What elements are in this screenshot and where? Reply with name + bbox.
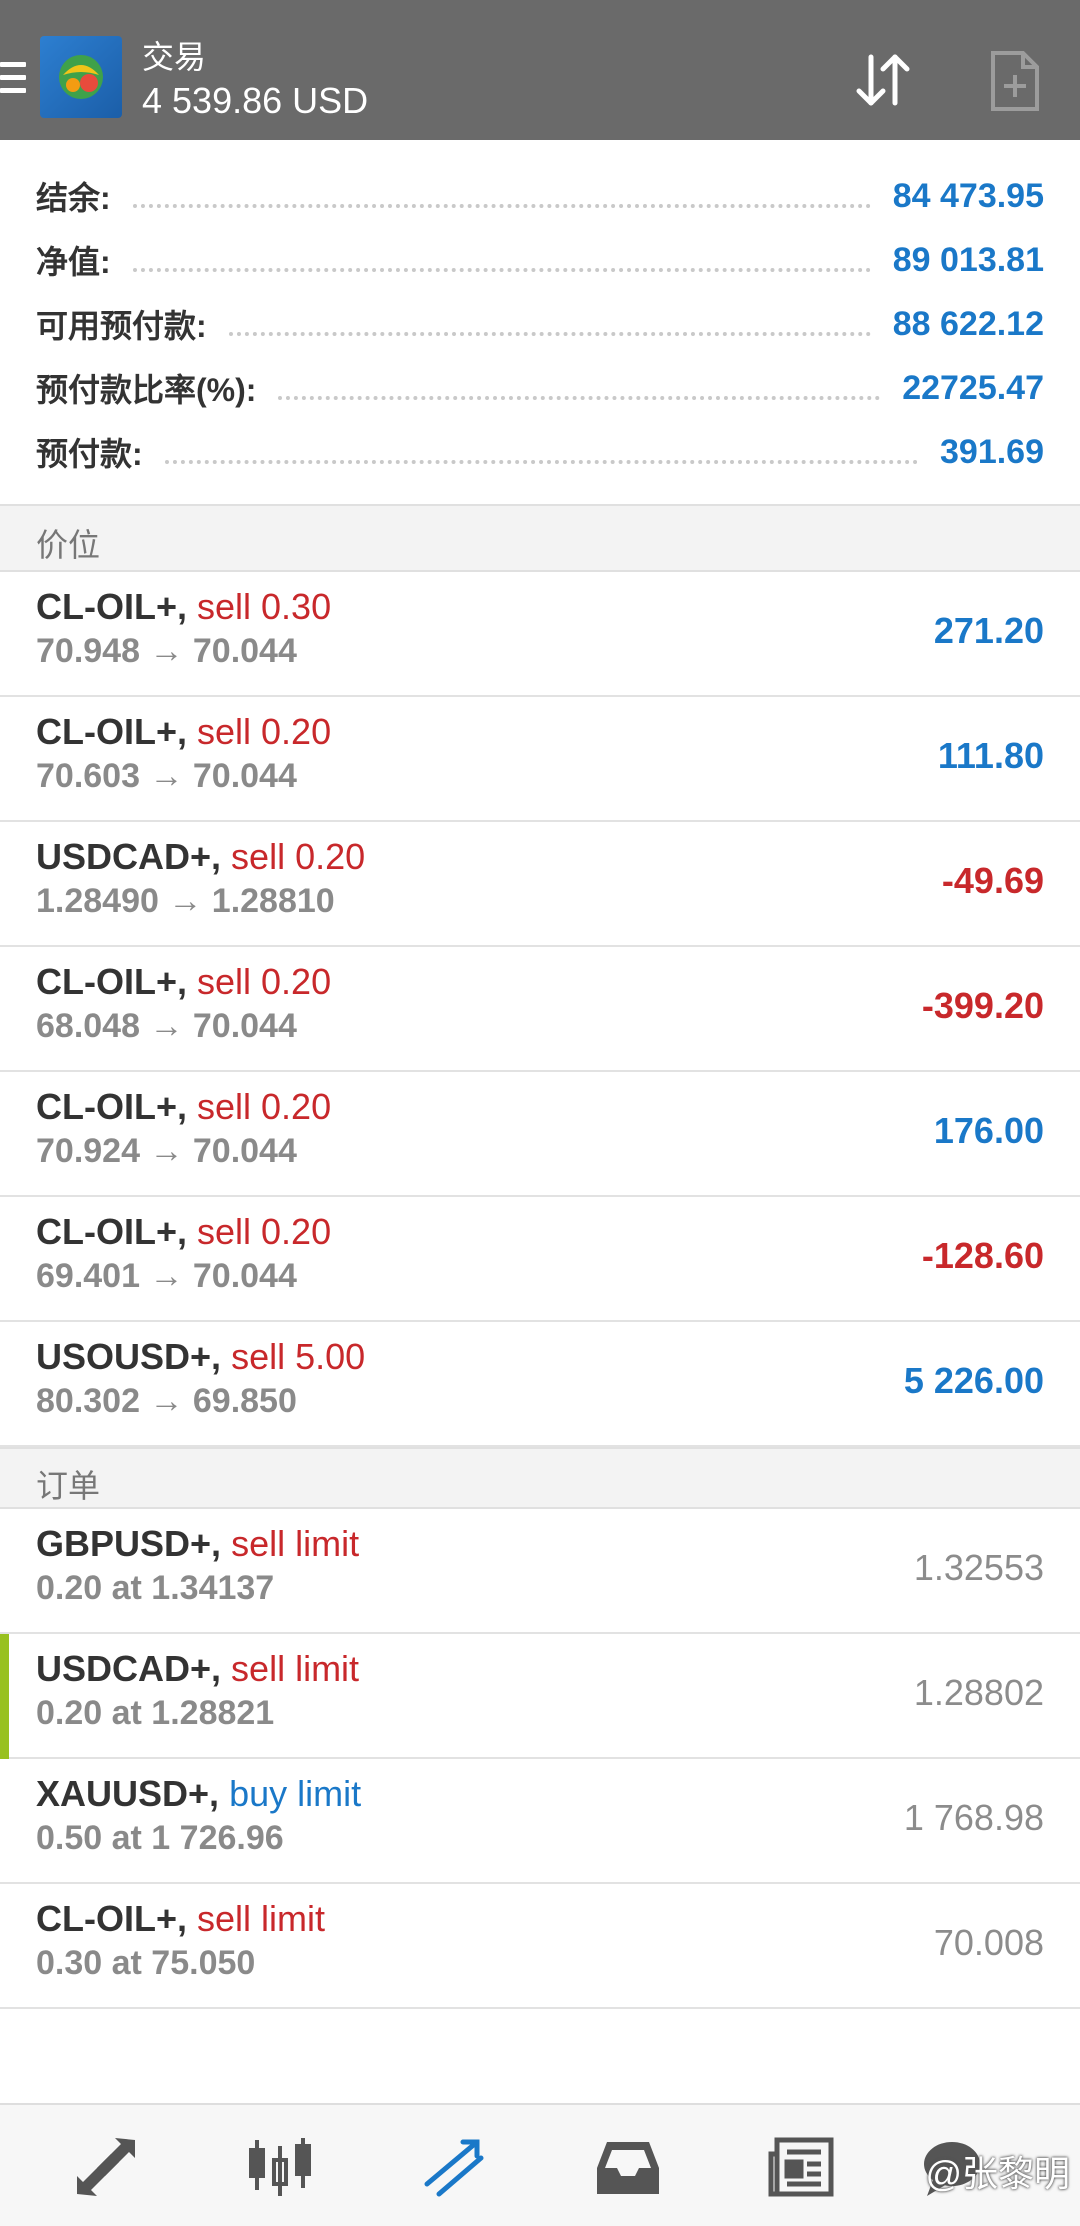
position-prices: 70.924 → 70.044	[36, 1132, 297, 1170]
position-profit: -399.20	[921, 985, 1044, 1026]
position-row[interactable]: CL-OIL+, sell 0.20 69.401 → 70.044 -128.…	[0, 1197, 1080, 1322]
order-symbol: CL-OIL+,	[36, 1898, 187, 1939]
position-action: sell 5.00	[231, 1336, 366, 1377]
section-title: 价位	[36, 527, 101, 563]
order-action: sell limit	[231, 1648, 360, 1689]
order-action: buy limit	[229, 1773, 362, 1814]
position-prices: 68.048 → 70.044	[36, 1007, 297, 1045]
position-prices: 1.28490 → 1.28810	[36, 882, 335, 920]
order-current-price: 70.008	[933, 1922, 1044, 1963]
summary-label: 可用预付款:	[36, 308, 207, 344]
position-symbol: CL-OIL+,	[36, 711, 187, 752]
summary-label: 预付款:	[36, 436, 143, 472]
position-profit: -128.60	[921, 1235, 1044, 1276]
bottom-navigation: @张黎明	[0, 2103, 1080, 2226]
account-summary: 结余: 84 473.95 净值: 89 013.81 可用预付款: 88 62…	[0, 140, 1080, 504]
order-action: sell limit	[197, 1898, 326, 1939]
hamburger-icon[interactable]	[0, 62, 26, 96]
dot-leader	[228, 332, 871, 336]
dot-leader	[132, 204, 871, 208]
position-profit: -49.69	[941, 860, 1044, 901]
position-action: sell 0.20	[197, 961, 332, 1002]
order-detail: 0.20 at 1.34137	[36, 1569, 275, 1607]
screen-title: 交易	[142, 39, 207, 75]
position-prices: 70.948 → 70.044	[36, 632, 297, 670]
dot-leader	[164, 460, 918, 464]
position-action: sell 0.20	[197, 1211, 332, 1252]
position-action: sell 0.20	[197, 1086, 332, 1127]
order-row[interactable]: GBPUSD+, sell limit 0.20 at 1.34137 1.32…	[0, 1509, 1080, 1634]
order-current-price: 1 768.98	[903, 1797, 1044, 1838]
summary-row-free-margin: 可用预付款: 88 622.12	[36, 292, 1044, 356]
summary-row-balance: 结余: 84 473.95	[36, 164, 1044, 228]
position-row[interactable]: CL-OIL+, sell 0.20 70.924 → 70.044 176.0…	[0, 1072, 1080, 1197]
history-icon[interactable]	[588, 2127, 668, 2207]
order-symbol: XAUUSD+,	[36, 1773, 220, 1814]
position-prices: 69.401 → 70.044	[36, 1257, 297, 1295]
summary-row-equity: 净值: 89 013.81	[36, 228, 1044, 292]
summary-row-margin-level: 预付款比率(%): 22725.47	[36, 356, 1044, 420]
order-row[interactable]: CL-OIL+, sell limit 0.30 at 75.050 70.00…	[0, 1884, 1080, 2009]
order-symbol: USDCAD+,	[36, 1648, 222, 1689]
summary-value: 22725.47	[902, 368, 1044, 407]
order-symbol: GBPUSD+,	[36, 1523, 222, 1564]
trade-icon[interactable]	[414, 2127, 494, 2207]
dot-leader	[132, 268, 871, 272]
orders-section-header: 订单	[0, 1447, 1080, 1509]
new-document-icon[interactable]	[980, 46, 1050, 116]
position-profit: 5 226.00	[903, 1360, 1044, 1401]
positions-section-header: 价位	[0, 504, 1080, 572]
position-symbol: CL-OIL+,	[36, 586, 187, 627]
watermark-text: @张黎明	[925, 2153, 1070, 2194]
summary-value: 84 473.95	[892, 176, 1044, 215]
summary-row-margin: 预付款: 391.69	[36, 420, 1044, 484]
quotes-icon[interactable]	[66, 2127, 146, 2207]
position-prices: 80.302 → 69.850	[36, 1382, 297, 1420]
position-symbol: CL-OIL+,	[36, 961, 187, 1002]
chart-icon[interactable]	[240, 2127, 320, 2207]
order-detail: 0.50 at 1 726.96	[36, 1819, 284, 1857]
order-detail: 0.30 at 75.050	[36, 1944, 256, 1982]
position-symbol: CL-OIL+,	[36, 1086, 187, 1127]
order-row[interactable]: USDCAD+, sell limit 0.20 at 1.28821 1.28…	[0, 1634, 1080, 1759]
news-icon[interactable]	[762, 2127, 842, 2207]
position-row[interactable]: USDCAD+, sell 0.20 1.28490 → 1.28810 -49…	[0, 822, 1080, 947]
order-current-price: 1.28802	[913, 1672, 1044, 1713]
position-action: sell 0.20	[197, 711, 332, 752]
position-row[interactable]: USOUSD+, sell 5.00 80.302 → 69.850 5 226…	[0, 1322, 1080, 1447]
summary-label: 预付款比率(%):	[36, 372, 257, 408]
position-profit: 176.00	[933, 1110, 1044, 1151]
summary-label: 净值:	[36, 244, 111, 280]
app-logo	[40, 36, 122, 118]
top-app-bar: 交易 4 539.86 USD	[0, 0, 1080, 140]
position-prices: 70.603 → 70.044	[36, 757, 297, 795]
section-title: 订单	[36, 1468, 101, 1504]
position-symbol: USDCAD+,	[36, 836, 222, 877]
position-action: sell 0.20	[231, 836, 366, 877]
dot-leader	[278, 396, 881, 400]
summary-value: 89 013.81	[892, 240, 1044, 279]
order-row[interactable]: XAUUSD+, buy limit 0.50 at 1 726.96 1 76…	[0, 1759, 1080, 1884]
account-balance: 4 539.86 USD	[142, 80, 369, 121]
order-current-price: 1.32553	[913, 1547, 1044, 1588]
position-action: sell 0.30	[197, 586, 332, 627]
order-action: sell limit	[231, 1523, 360, 1564]
position-symbol: USOUSD+,	[36, 1336, 222, 1377]
summary-value: 391.69	[940, 432, 1044, 471]
position-profit: 271.20	[933, 610, 1044, 651]
sort-arrows-icon[interactable]	[848, 46, 918, 116]
selected-row-marker	[0, 1634, 9, 1759]
position-row[interactable]: CL-OIL+, sell 0.20 70.603 → 70.044 111.8…	[0, 697, 1080, 822]
position-row[interactable]: CL-OIL+, sell 0.30 70.948 → 70.044 271.2…	[0, 572, 1080, 697]
position-profit: 111.80	[937, 735, 1044, 776]
order-detail: 0.20 at 1.28821	[36, 1694, 275, 1732]
summary-value: 88 622.12	[892, 304, 1044, 343]
position-symbol: CL-OIL+,	[36, 1211, 187, 1252]
position-row[interactable]: CL-OIL+, sell 0.20 68.048 → 70.044 -399.…	[0, 947, 1080, 1072]
summary-label: 结余:	[36, 180, 111, 216]
